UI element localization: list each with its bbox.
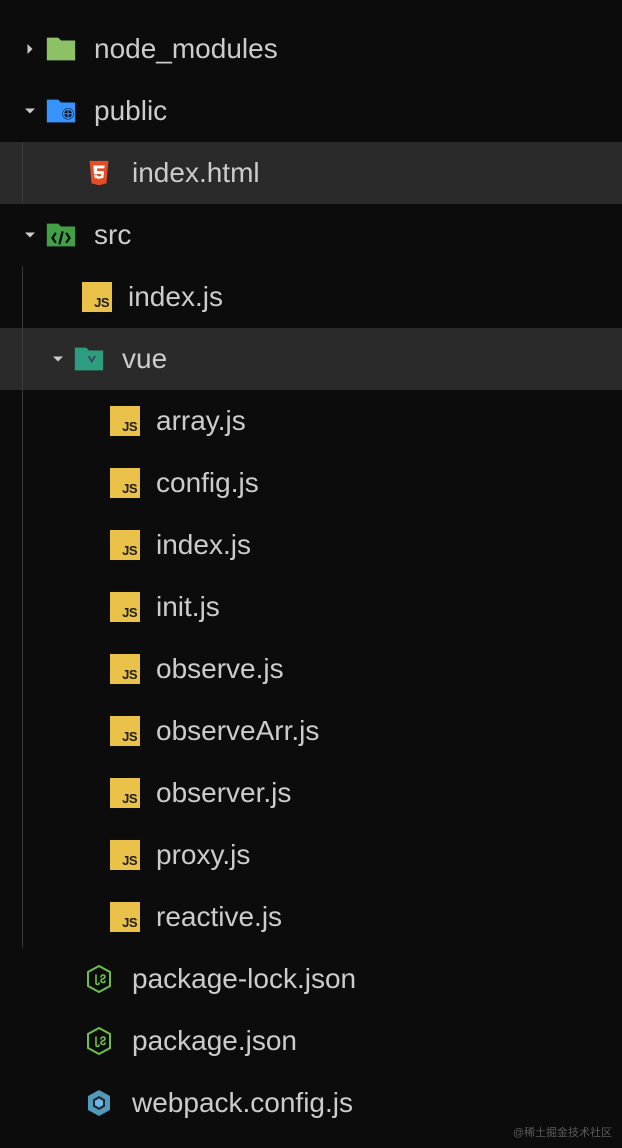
watermark: @稀土掘金技术社区 — [513, 1124, 612, 1140]
tree-item-label: config.js — [156, 467, 259, 499]
chevron-down-icon — [44, 349, 72, 369]
tree-item-public[interactable]: public — [0, 80, 622, 142]
tree-item-package-lock[interactable]: package-lock.json — [0, 948, 622, 1010]
chevron-right-icon — [16, 39, 44, 59]
js-icon: JS — [110, 468, 140, 498]
tree-item-vue-index-js[interactable]: JS index.js — [0, 514, 622, 576]
tree-item-src[interactable]: src — [0, 204, 622, 266]
js-icon: JS — [110, 716, 140, 746]
tree-item-label: observer.js — [156, 777, 291, 809]
tree-item-label: public — [94, 95, 167, 127]
tree-item-observer-js[interactable]: JS observer.js — [0, 762, 622, 824]
folder-public-icon — [44, 94, 78, 128]
tree-item-vue[interactable]: vue — [0, 328, 622, 390]
tree-item-package-json[interactable]: package.json — [0, 1010, 622, 1072]
js-icon: JS — [110, 654, 140, 684]
tree-item-label: init.js — [156, 591, 220, 623]
js-icon: JS — [110, 778, 140, 808]
js-icon: JS — [110, 840, 140, 870]
tree-item-label: index.js — [156, 529, 251, 561]
tree-item-label: node_modules — [94, 33, 278, 65]
tree-item-label: observeArr.js — [156, 715, 319, 747]
tree-item-label: src — [94, 219, 131, 251]
tree-item-label: vue — [122, 343, 167, 375]
tree-item-label: reactive.js — [156, 901, 282, 933]
js-icon: JS — [82, 282, 112, 312]
chevron-down-icon — [16, 225, 44, 245]
tree-item-config-js[interactable]: JS config.js — [0, 452, 622, 514]
tree-item-observearr-js[interactable]: JS observeArr.js — [0, 700, 622, 762]
tree-item-label: webpack.config.js — [132, 1087, 353, 1119]
tree-item-array-js[interactable]: JS array.js — [0, 390, 622, 452]
js-icon: JS — [110, 406, 140, 436]
folder-vue-icon — [72, 342, 106, 376]
tree-item-label: array.js — [156, 405, 246, 437]
js-icon: JS — [110, 592, 140, 622]
html5-icon — [82, 156, 116, 190]
webpack-icon — [82, 1086, 116, 1120]
folder-src-icon — [44, 218, 78, 252]
tree-item-observe-js[interactable]: JS observe.js — [0, 638, 622, 700]
chevron-down-icon — [16, 101, 44, 121]
tree-item-index-html[interactable]: index.html — [0, 142, 622, 204]
tree-item-label: index.js — [128, 281, 223, 313]
tree-item-node-modules[interactable]: node_modules — [0, 18, 622, 80]
tree-item-label: package-lock.json — [132, 963, 356, 995]
tree-item-src-index-js[interactable]: JS index.js — [0, 266, 622, 328]
js-icon: JS — [110, 902, 140, 932]
nodejs-icon — [82, 962, 116, 996]
nodejs-icon — [82, 1024, 116, 1058]
tree-item-label: index.html — [132, 157, 260, 189]
tree-item-reactive-js[interactable]: JS reactive.js — [0, 886, 622, 948]
tree-item-label: proxy.js — [156, 839, 250, 871]
tree-item-init-js[interactable]: JS init.js — [0, 576, 622, 638]
tree-item-proxy-js[interactable]: JS proxy.js — [0, 824, 622, 886]
js-icon: JS — [110, 530, 140, 560]
tree-item-label: package.json — [132, 1025, 297, 1057]
folder-icon — [44, 32, 78, 66]
tree-item-label: observe.js — [156, 653, 284, 685]
